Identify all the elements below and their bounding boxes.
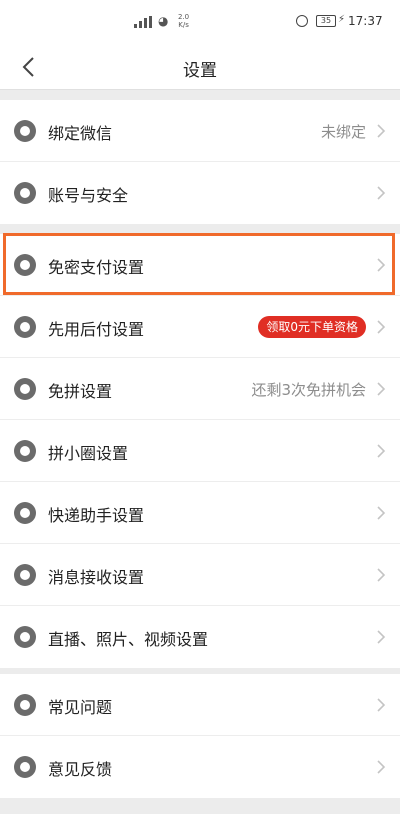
chevron-right-icon [377, 444, 386, 458]
help-group: 常见问题 意见反馈 [0, 674, 400, 798]
question-icon [14, 694, 36, 716]
package-icon [14, 502, 36, 524]
chevron-right-icon [377, 506, 386, 520]
battery-icon: 35 [316, 15, 336, 27]
group-icon [14, 378, 36, 400]
row-label: 快递助手设置 [48, 506, 145, 525]
chevron-right-icon [377, 124, 386, 138]
row-faq[interactable]: 常见问题 [0, 674, 400, 736]
row-label: 免密支付设置 [48, 258, 145, 277]
key-icon [14, 254, 36, 276]
row-value: 未绑定 [320, 123, 366, 141]
signal-icon [134, 16, 154, 28]
account-group: 绑定微信 未绑定 账号与安全 [0, 100, 400, 224]
chevron-right-icon [377, 382, 386, 396]
row-label: 消息接收设置 [48, 568, 145, 587]
network-speed-unit: K/s [178, 21, 189, 29]
chevron-right-icon [377, 258, 386, 272]
bag-icon [14, 440, 36, 462]
chevron-right-icon [377, 760, 386, 774]
chevron-right-icon [377, 320, 386, 334]
chevron-right-icon [377, 186, 386, 200]
row-value: 还剩3次免拼机会 [251, 381, 366, 399]
row-account-security[interactable]: 账号与安全 [0, 162, 400, 224]
media-icon [14, 626, 36, 648]
wifi-icon: ◕ [158, 14, 169, 28]
row-label: 绑定微信 [48, 124, 113, 143]
row-label: 常见问题 [48, 698, 113, 717]
row-label: 直播、照片、视频设置 [48, 630, 209, 649]
network-speed-value: 2.0 [178, 13, 190, 21]
row-live-photo-video[interactable]: 直播、照片、视频设置 [0, 606, 400, 668]
clock-icon [14, 316, 36, 338]
row-feedback[interactable]: 意见反馈 [0, 736, 400, 798]
feedback-icon [14, 756, 36, 778]
chevron-right-icon [377, 568, 386, 582]
row-message-receive[interactable]: 消息接收设置 [0, 544, 400, 606]
status-bar: ◕ 2.0 K/s 35 ⚡ 17:37 [0, 0, 400, 44]
row-label: 拼小圈设置 [48, 444, 129, 463]
row-delivery-assistant[interactable]: 快递助手设置 [0, 482, 400, 544]
row-label: 免拼设置 [48, 382, 113, 401]
row-pay-later[interactable]: 先用后付设置 领取0元下单资格 [0, 296, 400, 358]
wechat-icon [14, 120, 36, 142]
alarm-icon [296, 15, 308, 27]
chevron-right-icon [377, 698, 386, 712]
nav-bar: 设置 [0, 44, 400, 90]
promo-badge[interactable]: 领取0元下单资格 [258, 316, 366, 338]
row-label: 账号与安全 [48, 186, 129, 205]
message-icon [14, 564, 36, 586]
network-speed: 2.0 K/s [178, 13, 189, 29]
row-pin-circle[interactable]: 拼小圈设置 [0, 420, 400, 482]
row-label: 意见反馈 [48, 760, 113, 779]
chevron-right-icon [377, 630, 386, 644]
row-password-free-payment[interactable]: 免密支付设置 [0, 234, 400, 296]
row-group-free[interactable]: 免拼设置 还剩3次免拼机会 [0, 358, 400, 420]
row-label: 先用后付设置 [48, 320, 145, 339]
settings-group: 免密支付设置 先用后付设置 领取0元下单资格 免拼设置 还剩3次免拼机会 拼小圈… [0, 234, 400, 668]
row-bind-wechat[interactable]: 绑定微信 未绑定 [0, 100, 400, 162]
shield-icon [14, 182, 36, 204]
charging-icon: ⚡ [338, 14, 346, 25]
status-time: 17:37 [348, 14, 383, 28]
page-title: 设置 [183, 61, 217, 81]
